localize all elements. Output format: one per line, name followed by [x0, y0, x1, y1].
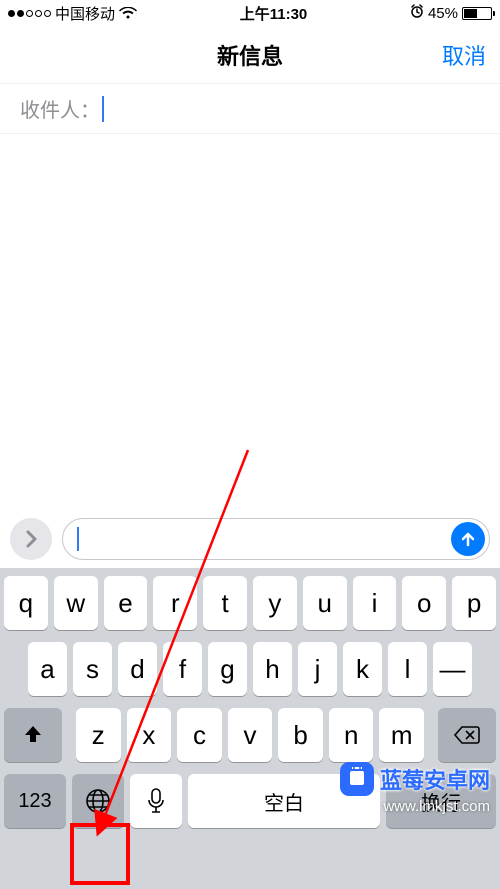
backspace-icon [453, 725, 481, 745]
alarm-icon [410, 4, 424, 22]
numbers-key[interactable]: 123 [4, 774, 66, 828]
key-d[interactable]: d [118, 642, 157, 696]
keyboard-row-1: qwertyuiop [4, 576, 496, 630]
signal-strength-icon [8, 10, 51, 17]
key-c[interactable]: c [177, 708, 222, 762]
globe-icon [84, 787, 112, 815]
key-h[interactable]: h [253, 642, 292, 696]
keyboard-row-3-letters: zxcvbnm [76, 708, 424, 762]
space-key[interactable]: 空白 [188, 774, 380, 828]
key-u[interactable]: u [303, 576, 347, 630]
status-bar: 中国移动 上午11:30 45% [0, 0, 500, 26]
key-q[interactable]: q [4, 576, 48, 630]
page-title: 新信息 [217, 39, 283, 71]
key-z[interactable]: z [76, 708, 121, 762]
dictation-key[interactable] [130, 774, 182, 828]
keyboard-row-4: 123 空白 换行 [4, 774, 496, 828]
keyboard: qwertyuiop asdfghjkl— zxcvbnm 123 空白 换行 [0, 568, 500, 889]
wifi-icon [119, 7, 137, 20]
key-b[interactable]: b [278, 708, 323, 762]
microphone-icon [147, 788, 165, 814]
recipient-field[interactable]: 收件人： [0, 84, 500, 134]
key-w[interactable]: w [54, 576, 98, 630]
keyboard-row-3: zxcvbnm [4, 708, 496, 762]
status-left: 中国移动 [8, 3, 137, 24]
carrier-label: 中国移动 [55, 3, 115, 24]
arrow-up-icon [459, 530, 477, 548]
battery-percent: 45% [428, 5, 458, 22]
key-g[interactable]: g [208, 642, 247, 696]
expand-apps-button[interactable] [10, 518, 52, 560]
key-—[interactable]: — [433, 642, 472, 696]
globe-key[interactable] [72, 774, 124, 828]
key-x[interactable]: x [127, 708, 172, 762]
key-y[interactable]: y [253, 576, 297, 630]
key-i[interactable]: i [353, 576, 397, 630]
message-input[interactable] [62, 518, 490, 560]
key-p[interactable]: p [452, 576, 496, 630]
key-v[interactable]: v [228, 708, 273, 762]
message-body-area[interactable] [0, 134, 500, 568]
send-button[interactable] [451, 522, 485, 556]
keyboard-row-2: asdfghjkl— [4, 642, 496, 696]
shift-icon [21, 723, 45, 747]
key-l[interactable]: l [388, 642, 427, 696]
chevron-right-icon [24, 530, 38, 548]
key-a[interactable]: a [28, 642, 67, 696]
key-r[interactable]: r [153, 576, 197, 630]
shift-key[interactable] [4, 708, 62, 762]
key-t[interactable]: t [203, 576, 247, 630]
key-e[interactable]: e [104, 576, 148, 630]
recipient-label: 收件人： [20, 94, 100, 123]
battery-icon [462, 7, 492, 20]
key-m[interactable]: m [379, 708, 424, 762]
backspace-key[interactable] [438, 708, 496, 762]
nav-bar: 新信息 取消 [0, 26, 500, 84]
key-j[interactable]: j [298, 642, 337, 696]
status-right: 45% [410, 4, 492, 22]
text-cursor [77, 527, 79, 551]
key-s[interactable]: s [73, 642, 112, 696]
status-time: 上午11:30 [240, 3, 308, 24]
text-cursor [102, 96, 104, 122]
compose-row [0, 508, 500, 568]
key-f[interactable]: f [163, 642, 202, 696]
key-k[interactable]: k [343, 642, 382, 696]
return-key[interactable]: 换行 [386, 774, 496, 828]
cancel-button[interactable]: 取消 [442, 39, 486, 71]
key-o[interactable]: o [402, 576, 446, 630]
key-n[interactable]: n [329, 708, 374, 762]
